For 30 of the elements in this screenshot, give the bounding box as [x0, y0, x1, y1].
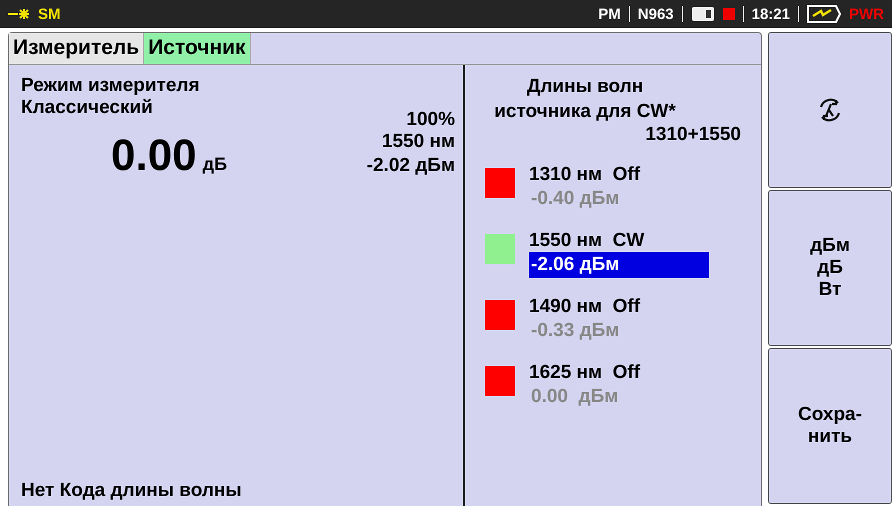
power-reading: -2.02 дБм: [366, 155, 455, 177]
wavelength-code-message: Нет Кода длины волны: [21, 480, 243, 502]
source-reading[interactable]: -2.06 дБм: [529, 252, 709, 278]
side-button[interactable]: Сохра- нить: [768, 348, 892, 504]
mode-value: Классический: [21, 97, 153, 120]
wavelength-status[interactable]: 1490 нм Off: [529, 296, 709, 318]
time-label: 18:21: [752, 6, 790, 22]
mode-title: Режим измерителя: [21, 75, 201, 97]
module-label: PM: [598, 6, 621, 22]
wavelength-combo: 1310+1550: [645, 124, 741, 146]
tab[interactable]: Измеритель: [9, 33, 144, 64]
wavelength-status[interactable]: 1550 нм CW: [529, 230, 709, 252]
wavelength-status[interactable]: 1625 нм Off: [529, 362, 709, 384]
measurement-unit: дБ: [202, 154, 228, 174]
percent: 100%: [406, 109, 455, 131]
battery-icon: [807, 5, 841, 23]
star-icon: [8, 7, 30, 21]
wavelength: 1550 нм: [382, 131, 455, 153]
source-title: Длины волн источника для CW*: [493, 75, 677, 124]
card-icon: [690, 6, 715, 22]
device-label: N963: [638, 6, 674, 22]
mode-label: SM: [38, 6, 60, 22]
side-button[interactable]: дБм дБ Вт: [768, 190, 892, 346]
lambda-cycle-icon: [817, 97, 843, 123]
record-icon: [722, 8, 735, 20]
power-label: PWR: [849, 6, 884, 22]
measurement-value: 0.00: [111, 131, 197, 180]
tab[interactable]: Источник: [144, 33, 251, 64]
wavelength-status[interactable]: 1310 нм Off: [529, 164, 709, 186]
wavelength-button[interactable]: [768, 32, 892, 188]
